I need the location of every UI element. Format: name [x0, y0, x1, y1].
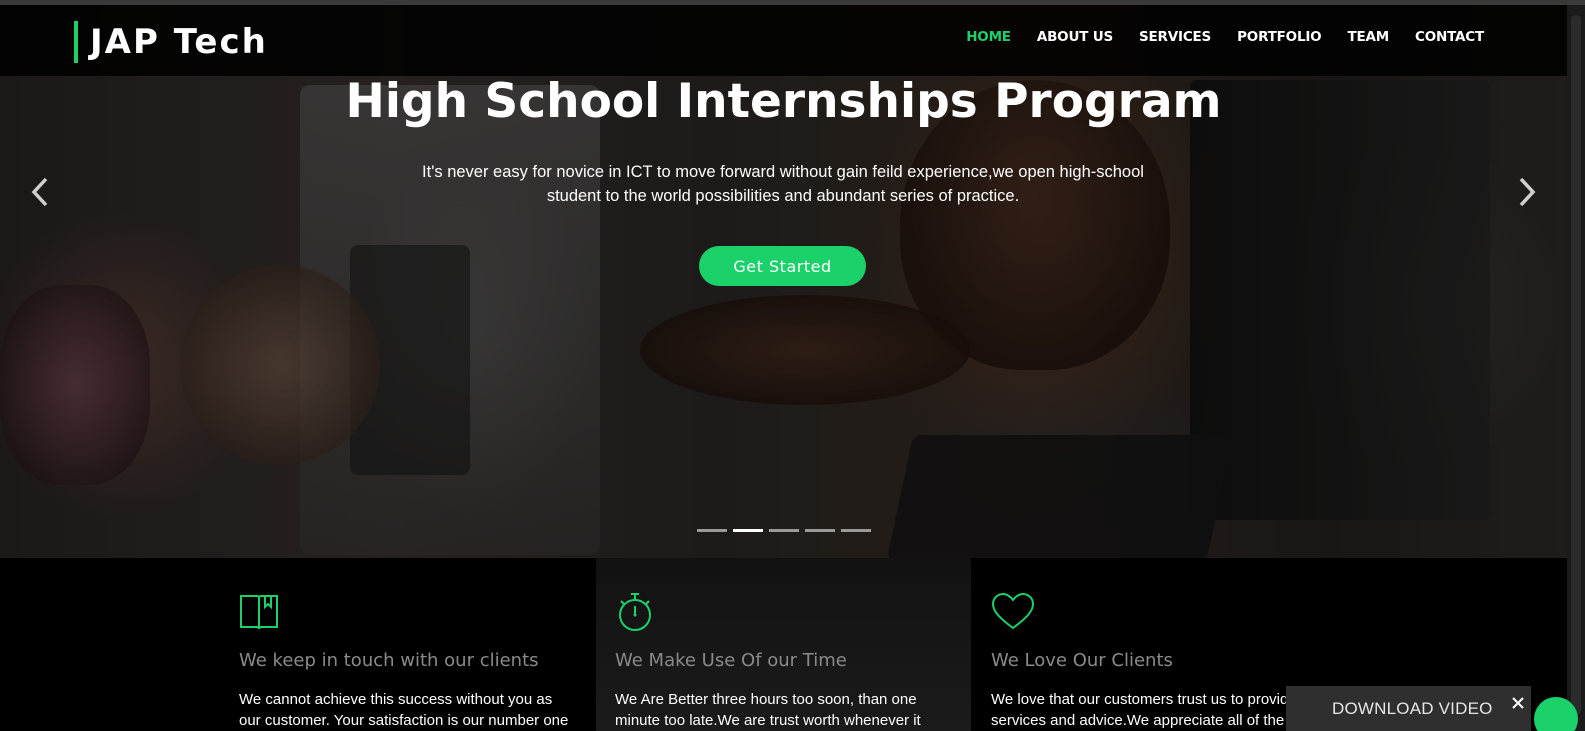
feature-title: We keep in touch with our clients	[239, 650, 539, 671]
scrollbar[interactable]	[1567, 5, 1585, 731]
download-video-popup[interactable]: DOWNLOAD VIDEO	[1286, 686, 1531, 731]
get-started-button[interactable]: Get Started	[699, 246, 866, 286]
nav-link-contact[interactable]: CONTACT	[1415, 29, 1484, 45]
nav-link-portfolio[interactable]: PORTFOLIO	[1237, 29, 1322, 45]
feature-text: We cannot achieve this success without y…	[239, 691, 569, 729]
logo-text: JAP Tech	[90, 22, 268, 62]
nav-link-services[interactable]: SERVICES	[1139, 29, 1211, 45]
heart-icon	[991, 592, 1035, 630]
carousel-indicator[interactable]	[697, 529, 727, 532]
hero-description: It's never easy for novice in ICT to mov…	[422, 163, 1144, 205]
book-icon	[240, 595, 278, 630]
carousel-indicators	[697, 529, 871, 532]
feature-card: We Love Our Clients We love that our cus…	[991, 558, 1331, 731]
nav-link-home[interactable]: HOME	[966, 29, 1011, 45]
scrollbar-thumb[interactable]	[1571, 15, 1581, 715]
chevron-right-icon	[1519, 177, 1536, 207]
nav-link-team[interactable]: TEAM	[1347, 29, 1389, 45]
feature-title: We Love Our Clients	[991, 650, 1173, 671]
download-video-label[interactable]: DOWNLOAD VIDEO	[1332, 699, 1493, 719]
logo[interactable]: JAP Tech	[74, 21, 268, 63]
feature-title: We Make Use Of our Time	[615, 650, 847, 671]
carousel-indicator[interactable]	[733, 529, 763, 532]
navbar: JAP Tech HOME ABOUT US SERVICES PORTFOLIO TE…	[0, 5, 1567, 76]
carousel-prev-button[interactable]	[20, 172, 60, 212]
feature-text: We love that our customers trust us to p…	[991, 691, 1297, 729]
feature-card: We Make Use Of our Time We Are Better th…	[596, 558, 971, 731]
close-icon[interactable]	[1510, 695, 1526, 711]
chevron-left-icon	[31, 177, 48, 207]
carousel-next-button[interactable]	[1507, 172, 1547, 212]
feature-card: We keep in touch with our clients We can…	[239, 558, 579, 731]
carousel-indicator[interactable]	[841, 529, 871, 532]
main-nav: HOME ABOUT US SERVICES PORTFOLIO TEAM CONTACT	[940, 29, 1484, 45]
feature-text: We Are Better three hours too soon, than…	[615, 691, 921, 729]
carousel-indicator[interactable]	[805, 529, 835, 532]
hero-title: High School Internships Program	[345, 74, 1222, 129]
carousel-indicator[interactable]	[769, 529, 799, 532]
stopwatch-icon	[619, 593, 651, 631]
nav-link-about-us[interactable]: ABOUT US	[1037, 29, 1113, 45]
